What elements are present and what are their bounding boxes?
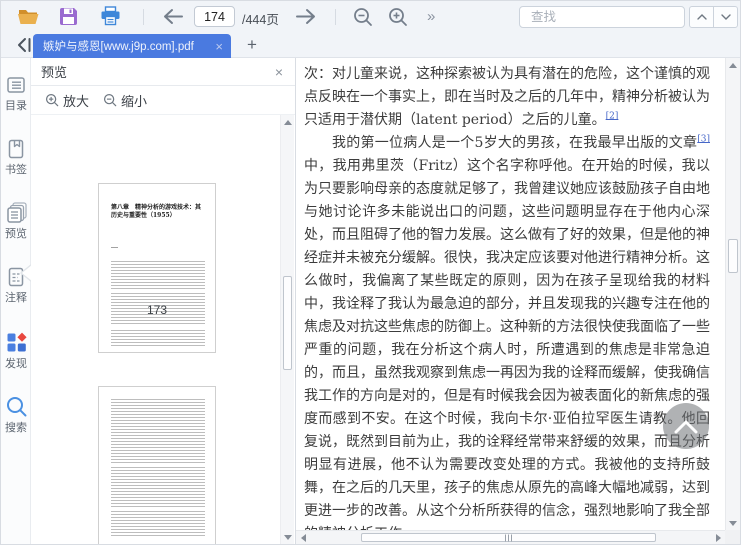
thumbnail-page-number: 173 (146, 303, 168, 317)
thumbnail-text-block (111, 330, 205, 347)
more-tools-button[interactable]: » (427, 9, 435, 24)
thumbnail-text-block (111, 511, 205, 536)
sidebar-item-bookmarks[interactable]: 书签 (1, 138, 31, 176)
scroll-left-arrow[interactable] (296, 531, 310, 544)
preview-close-icon[interactable]: × (275, 65, 283, 79)
print-button[interactable] (100, 6, 121, 26)
footnote-ref-link[interactable]: [2] (606, 111, 619, 121)
thumbnail-text-block: — (111, 244, 118, 251)
pdf-reader-window: /444页 » (0, 0, 741, 545)
find-bar (519, 6, 692, 28)
tab-title: 嫉妒与感恩[www.j9p.com].pdf (43, 41, 194, 53)
preview-panel-header: 预览 × (31, 58, 295, 86)
scrollbar-thumb[interactable] (728, 239, 738, 273)
zoom-in-circle-icon (45, 93, 59, 107)
save-icon (60, 8, 77, 25)
chevron-up-icon (674, 420, 698, 434)
page-number-input[interactable] (194, 6, 235, 27)
chevron-up-icon (696, 14, 707, 20)
sidebar-item-label: 目录 (5, 100, 27, 112)
scrollbar-corner (725, 530, 740, 544)
document-view: 次：对儿童来说，这种探索被认为具有潜在的危险，这个谨慎的观点反映在一个事实上，即… (296, 58, 740, 544)
next-page-button[interactable] (295, 8, 318, 25)
paragraph: 我的第一位病人是一个5岁大的男孩，在我最早出版的文章[3]中，我用弗里茨（Fri… (304, 134, 710, 530)
toolbar-divider (143, 9, 144, 25)
find-previous-button[interactable] (689, 6, 714, 28)
thumbnail-zoom-in-button[interactable]: 放大 (45, 91, 89, 110)
open-file-button[interactable] (17, 7, 40, 26)
save-button[interactable] (59, 7, 78, 26)
preview-panel-controls: 放大 缩小 (31, 86, 295, 115)
sidebar-item-label: 注释 (5, 292, 27, 304)
thumbnail-page-173[interactable]: 第八章 精神分析的游戏技术：其历史与重要性（1955） — (98, 183, 216, 353)
thumbnail-text-block (111, 399, 205, 463)
scroll-up-arrow[interactable] (281, 115, 295, 129)
back-to-top-button[interactable] (663, 403, 709, 449)
previous-page-button[interactable] (161, 8, 184, 25)
document-tab[interactable]: 嫉妒与感恩[www.j9p.com].pdf × (33, 34, 231, 58)
thumbnail-text-block (111, 261, 205, 289)
preview-panel: 预览 × 放大 缩小 第八章 精神分析的游戏技术：其历史与重要性（1955） —… (31, 58, 296, 544)
zoom-out-button[interactable] (353, 7, 373, 27)
sidebar-item-toc[interactable]: 目录 (1, 74, 31, 112)
footnote-ref-link[interactable]: [3] (697, 134, 710, 144)
page-count-label: /444页 (242, 13, 279, 27)
bookmark-icon (8, 139, 24, 159)
scroll-down-arrow[interactable] (281, 530, 295, 544)
toolbar: /444页 » (1, 1, 740, 32)
document-text: 次：对儿童来说，这种探索被认为具有潜在的危险，这个谨慎的观点反映在一个事实上，即… (304, 63, 710, 530)
scrollbar-grip (504, 534, 513, 541)
horizontal-scrollbar[interactable] (296, 530, 725, 544)
scrollbar-thumb[interactable] (283, 276, 292, 370)
thumbnail-chapter-heading: 第八章 精神分析的游戏技术：其历史与重要性（1955） (111, 204, 202, 219)
preview-panel-title: 预览 (41, 65, 68, 80)
collapse-left-icon (18, 38, 31, 52)
toc-icon (7, 77, 25, 93)
discover-icon (7, 332, 27, 352)
zoom-in-button[interactable] (388, 7, 408, 27)
content-area: 目录 书签 预览 注释 发现 搜索 预览 × 放大 缩小 第八章 精神分析的游戏… (1, 58, 740, 544)
sidebar-item-label: 搜索 (5, 422, 27, 434)
thumbnail-list: 第八章 精神分析的游戏技术：其历史与重要性（1955） — 173 174 (31, 115, 279, 544)
scrollbar-thumb[interactable] (361, 533, 656, 542)
sidebar-item-preview[interactable]: 预览 (1, 201, 31, 240)
thumbnail-zoom-out-button[interactable]: 缩小 (103, 91, 147, 110)
thumbnail-page-174[interactable] (98, 386, 216, 544)
sidebar-rail: 目录 书签 预览 注释 发现 搜索 (1, 58, 31, 544)
find-input[interactable] (531, 10, 692, 24)
sidebar-item-discover[interactable]: 发现 (1, 331, 31, 370)
tab-close-icon[interactable]: × (215, 40, 223, 53)
arrow-right-icon (296, 9, 315, 24)
chevron-down-icon (720, 14, 731, 20)
sidebar-item-search[interactable]: 搜索 (1, 395, 31, 434)
scroll-up-arrow[interactable] (726, 58, 740, 72)
active-panel-notch (22, 265, 32, 281)
tab-bar: 嫉妒与感恩[www.j9p.com].pdf × + (1, 32, 740, 58)
thumbnail-scrollbar[interactable] (280, 115, 294, 544)
thumbnail-zoom-out-label: 缩小 (121, 93, 148, 109)
sidebar-item-label: 发现 (5, 358, 27, 370)
preview-icon (6, 202, 27, 223)
folder-icon (18, 10, 39, 24)
vertical-scrollbar[interactable] (725, 58, 740, 530)
search-blue-icon (6, 397, 26, 417)
sidebar-item-label: 预览 (5, 228, 27, 240)
chevrons-right-icon: » (427, 8, 436, 25)
scroll-down-arrow[interactable] (726, 516, 740, 530)
find-next-button[interactable] (713, 6, 738, 28)
toolbar-divider (335, 9, 336, 25)
zoom-in-icon (389, 8, 407, 26)
zoom-out-icon (354, 8, 372, 26)
zoom-out-circle-icon (103, 93, 117, 107)
sidebar-item-label: 书签 (5, 164, 27, 176)
arrow-left-icon (164, 9, 183, 24)
printer-icon (101, 6, 120, 26)
scroll-right-arrow[interactable] (711, 531, 725, 544)
thumbnail-zoom-in-label: 放大 (63, 93, 90, 109)
paragraph: 次：对儿童来说，这种探索被认为具有潜在的危险，这个谨慎的观点反映在一个事实上，即… (304, 66, 710, 128)
thumbnail-text-block (111, 467, 205, 507)
new-tab-button[interactable]: + (241, 35, 263, 55)
